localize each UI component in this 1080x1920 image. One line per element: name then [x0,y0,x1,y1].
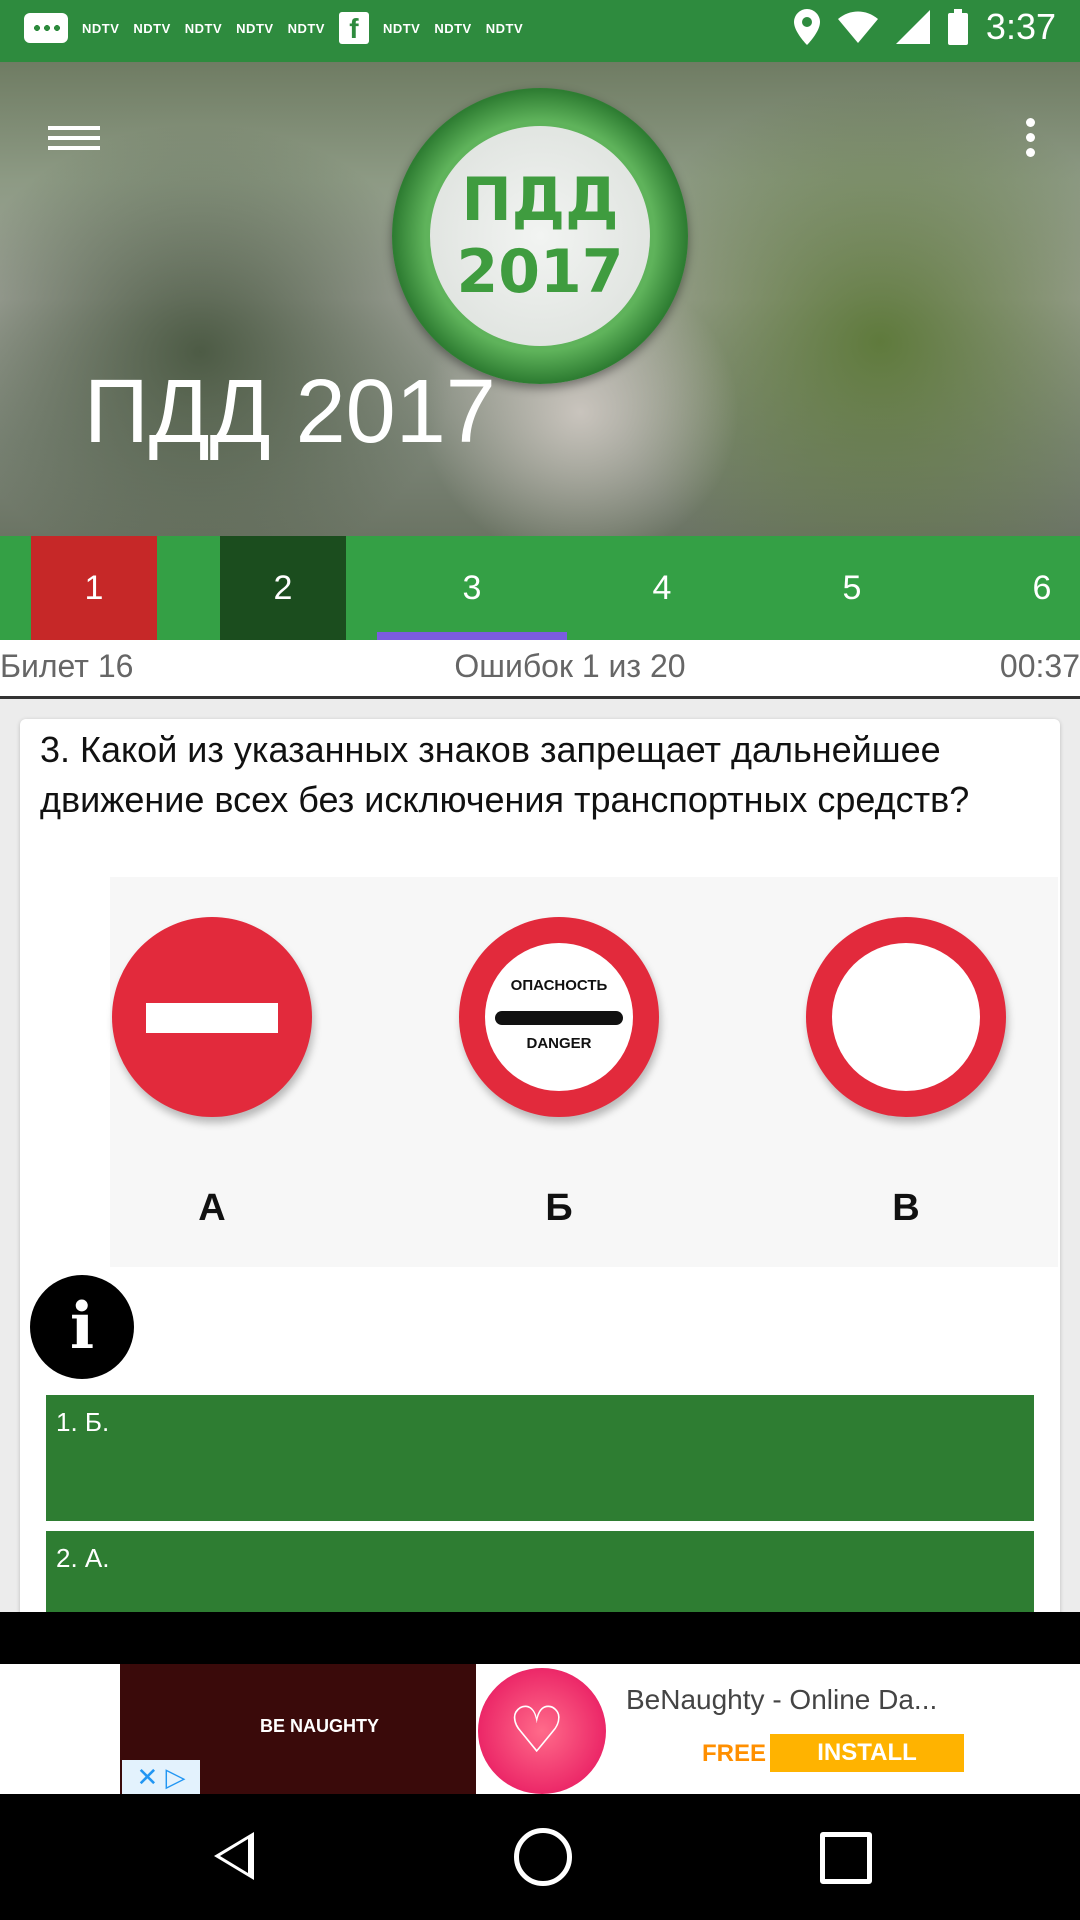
sign-no-vehicles [806,917,1006,1117]
ad-install-button[interactable]: INSTALL [770,1734,964,1772]
question-content: 3. Какой из указанных знаков запрещает д… [0,699,1080,1612]
question-tabs: 1 2 3 4 5 6 [0,536,1080,640]
location-icon [793,9,820,45]
recent-apps-icon[interactable] [820,1832,872,1884]
app-logo: ПДД 2017 [392,88,688,384]
error-count: Ошибок 1 из 20 [454,648,686,684]
facebook-icon: f [338,12,369,44]
logo-year: 2017 [456,237,624,307]
system-nav-bar [0,1794,1080,1920]
messages-icon [24,13,68,43]
answer-option-2[interactable]: 2. А. [46,1531,1034,1612]
sign-no-entry [112,917,312,1117]
question-text: 3. Какой из указанных знаков запрещает д… [40,729,970,820]
signal-icon [895,10,930,44]
clock: 3:37 [985,6,1056,47]
answer-label: 2. А. [56,1543,110,1573]
wifi-icon [837,11,878,43]
tab-question-5[interactable]: 5 [757,536,947,640]
question-image: ОПАСНОСТЬ DANGER А Б В [110,877,1058,1267]
timer: 00:37 [999,648,1080,684]
home-icon[interactable] [514,1828,572,1886]
tab-question-6[interactable]: 6 [947,536,1080,640]
notification-ndtv: NDTV [133,20,171,36]
ad-title: BeNaughty - Online Da... [626,1684,938,1715]
page-title: ПДД 2017 [84,362,496,462]
sign-danger: ОПАСНОСТЬ DANGER [459,917,659,1117]
ad-brand-logo: BE NAUGHTY [260,1716,380,1736]
tab-question-4[interactable]: 4 [567,536,757,640]
question-card: 3. Какой из указанных знаков запрещает д… [20,719,1060,1612]
notification-ndtv: NDTV [382,20,421,36]
info-icon[interactable]: i [30,1275,134,1379]
ticket-info-bar: Билет 16 Ошибок 1 из 20 00:37 [0,640,1080,699]
notification-ndtv: NDTV [287,20,325,36]
battery-icon [947,9,968,45]
tab-question-1[interactable]: 1 [31,536,157,640]
ad-free-label: FREE [702,1740,767,1767]
heart-icon: ♡ [478,1668,606,1794]
notification-ndtv: NDTV [236,20,274,36]
tab-question-2[interactable]: 2 [220,536,346,640]
app-header: ПДД 2017 ПДД 2017 [0,62,1080,536]
menu-icon[interactable] [48,120,100,160]
notification-ndtv: NDTV [82,20,120,36]
notification-ndtv: NDTV [184,20,223,36]
logo-text: ПДД [461,165,619,235]
sign-letter-a: А [198,1187,226,1229]
ad-banner[interactable]: BE NAUGHTY BeNaughty - Online Da... FREE… [0,1664,1080,1794]
back-icon[interactable] [214,1832,254,1880]
status-bar: NDTV NDTV NDTV NDTV NDTV f NDTV NDTV NDT… [0,0,1080,62]
tab-question-3[interactable]: 3 [377,536,567,640]
more-options-icon[interactable] [1022,118,1038,164]
sign-danger-text-top: ОПАСНОСТЬ [510,977,608,994]
sign-letter-v: В [892,1187,920,1229]
ad-close-icon[interactable]: ✕ ▷ [122,1760,200,1794]
answer-label: 1. Б. [56,1407,110,1437]
answer-option-1[interactable]: 1. Б. [46,1395,1034,1521]
notification-ndtv: NDTV [485,20,524,36]
notification-ndtv: NDTV [434,20,472,36]
sign-letter-b: Б [545,1187,573,1229]
active-tab-indicator [377,632,567,640]
sign-danger-text-bottom: DANGER [526,1035,592,1052]
header-background [0,122,460,536]
